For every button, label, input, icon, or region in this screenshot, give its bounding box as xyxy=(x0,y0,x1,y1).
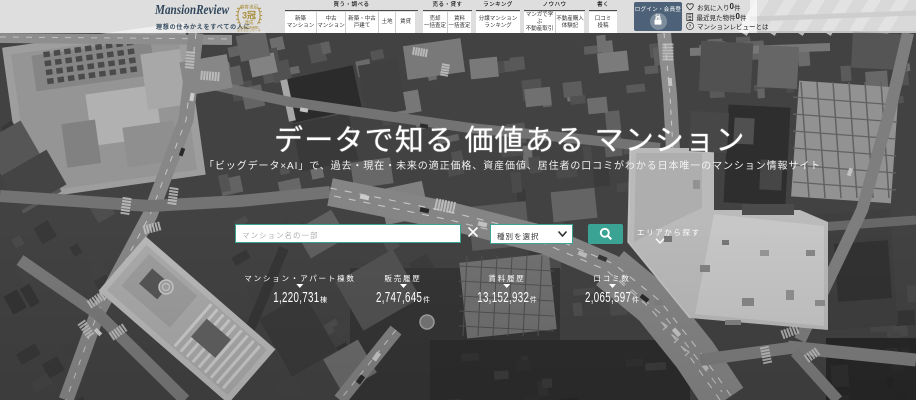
svg-text:?: ? xyxy=(689,24,692,29)
svg-text:3冠: 3冠 xyxy=(242,11,256,21)
svg-text:ゼネラルリサーチ: ゼネラルリサーチ xyxy=(237,28,261,33)
svg-text:顧客満足: 顧客満足 xyxy=(240,4,258,11)
